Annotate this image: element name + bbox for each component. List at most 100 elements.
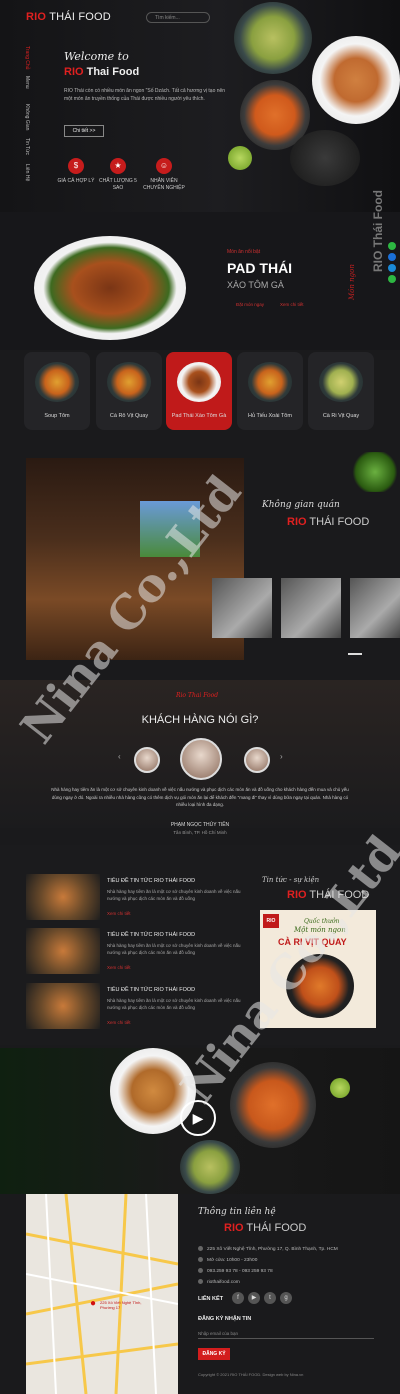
feature-staff: ☺ NHÂN VIÊN CHUYÊN NGHIỆP [140, 158, 188, 192]
gallery-thumb[interactable] [212, 578, 272, 638]
feature-quality: ★ CHẤT LƯỢNG 5 SAO [94, 158, 142, 192]
gallery-thumb[interactable] [350, 578, 400, 638]
facebook-icon[interactable]: f [232, 1292, 244, 1304]
news-more-link[interactable]: Xem chi tiết [107, 965, 131, 970]
news-script: Tin tức - sự kiện [262, 876, 320, 884]
star-icon: ★ [110, 158, 126, 174]
news-title[interactable]: TIÊU ĐỀ TIN TỨC RIO THÁI FOOD [107, 878, 195, 884]
map-pin-label: 225 Xô Viết Nghệ Tĩnh, Phường 17 [100, 1300, 142, 1310]
chevron-left-icon[interactable]: ‹ [118, 752, 121, 761]
nav-item-space[interactable]: Không Gian [24, 104, 30, 130]
space-script: Không gian quán [262, 500, 340, 510]
whatsapp-icon[interactable] [388, 275, 396, 283]
lime-photo [330, 1078, 350, 1098]
phone-icon [198, 1268, 203, 1273]
lime-photo [228, 146, 252, 170]
video-curry-photo [230, 1062, 316, 1148]
links-label: LIÊN KẾT [198, 1296, 224, 1302]
welcome-script: Welcome to [64, 50, 129, 63]
reviewer-name: PHẠM NGỌC THÚY TIÊN [170, 822, 230, 828]
hero-description: RIO Thái còn có nhiều món ăn ngon "Số Dz… [64, 88, 226, 102]
side-brand: RIO Thái Food [371, 190, 385, 272]
hero-title: RIO Thai Food [64, 66, 140, 78]
google-plus-icon[interactable]: g [280, 1292, 292, 1304]
location-icon [198, 1246, 203, 1251]
category-photo [248, 362, 292, 402]
space-title: RIO THÁI FOOD [287, 516, 370, 528]
news-desc: Nhà hàng hay tiêm ăn là một cơ sở chuyên… [107, 889, 241, 901]
site-logo[interactable]: RIO THÁI FOOD [26, 11, 111, 23]
avatar-active[interactable] [180, 738, 222, 780]
nav-item-news[interactable]: Tin Tức [24, 138, 30, 155]
copyright: Copyright © 2021 RIO THÁI FOOD. Design w… [198, 1372, 304, 1377]
news-more-link[interactable]: Xem chi tiết [107, 911, 131, 916]
map-roads [25, 1193, 179, 1394]
side-script: Món ngon [348, 264, 356, 300]
video-green-curry-photo [180, 1140, 240, 1194]
youtube-icon[interactable]: ▶ [248, 1292, 260, 1304]
news-thumb[interactable] [26, 874, 100, 920]
view-detail-link[interactable]: Xem chi tiết [280, 302, 304, 307]
vertical-nav: Trang Chủ Menu Không Gian Tin Tức Liên H… [22, 46, 34, 186]
news-desc: Nhà hàng hay tiêm ăn là một cơ sở chuyên… [107, 943, 241, 955]
category-photo [319, 362, 363, 402]
contact-brand: RIO THÁI FOOD [224, 1222, 307, 1234]
mail-icon [198, 1279, 203, 1284]
category-card[interactable]: Cà Ri Vịt Quay [308, 352, 374, 430]
clock-icon [198, 1257, 203, 1262]
category-card[interactable]: Cá Rô Vịt Quay [96, 352, 162, 430]
noodle-plate-photo [312, 36, 400, 124]
price-icon: $ [68, 158, 84, 174]
feature-price: $ GIÁ CẢ HỢP LÝ [52, 158, 100, 185]
news-title[interactable]: TIÊU ĐỀ TIN TỨC RIO THÁI FOOD [107, 987, 195, 993]
testimonial-text: Nhà hàng hay tiêm ăn là một cơ sở chuyên… [51, 787, 349, 807]
nav-item-home[interactable]: Trang Chủ [24, 46, 30, 69]
contact-email[interactable]: riothaifood.com [198, 1279, 240, 1285]
green-curry-photo [234, 2, 312, 74]
pad-thai-photo [34, 236, 186, 340]
newsletter-submit-button[interactable]: ĐĂNG KÝ [198, 1348, 230, 1360]
category-card-active[interactable]: Pad Thái Xào Tôm Gà [166, 352, 232, 430]
contact-phone[interactable]: 093.259 93 78 - 093 259 93 78 [198, 1268, 273, 1274]
gallery-thumb[interactable] [281, 578, 341, 638]
news-thumb[interactable] [26, 928, 100, 974]
phone-icon[interactable] [388, 242, 396, 250]
messenger-icon[interactable] [388, 253, 396, 261]
herb-photo [350, 452, 400, 492]
newsletter-email-input[interactable]: Nhập email của bạn [198, 1328, 374, 1339]
google-map[interactable]: ● 225 Xô Viết Nghệ Tĩnh, Phường 17 [25, 1193, 179, 1394]
nav-item-contact[interactable]: Liên Hệ [24, 164, 30, 181]
news-more-link[interactable]: Xem chi tiết [107, 1020, 131, 1025]
gallery-indicator[interactable] [348, 653, 362, 655]
black-pot-photo [290, 130, 360, 186]
search-input[interactable]: Tìm kiếm... [146, 12, 210, 23]
floating-contact-bar [388, 242, 396, 286]
category-photo [107, 362, 151, 402]
zalo-icon[interactable] [388, 264, 396, 272]
news-thumb[interactable] [26, 983, 100, 1029]
chef-icon: ☺ [156, 158, 172, 174]
contact-hours: Mở cửa: 10h00 - 23h00 [198, 1257, 257, 1263]
hero-detail-button[interactable]: Chi tiết >> [64, 125, 104, 137]
testimonial-script: Rio Thai Food [176, 692, 219, 699]
avatar[interactable] [134, 747, 160, 773]
contact-address: 225 Xô Viết Nghệ Tĩnh, Phường 17, Q. Bìn… [198, 1246, 338, 1252]
newsletter-label: ĐĂNG KÝ NHẬN TIN [198, 1316, 252, 1322]
featured-title: PAD THÁI [227, 260, 293, 276]
nav-item-menu[interactable]: Menu [24, 76, 30, 89]
news-title[interactable]: TIÊU ĐỀ TIN TỨC RIO THÁI FOOD [107, 932, 195, 938]
featured-subtitle-2: XÀO TÔM GÀ [227, 280, 284, 290]
avatar[interactable] [244, 747, 270, 773]
featured-subtitle: Món ăn nổi bật [227, 249, 261, 255]
twitter-icon[interactable]: t [264, 1292, 276, 1304]
category-card[interactable]: Soup Tôm [24, 352, 90, 430]
reviewer-location: Tân Bình, TP. Hồ Chí Minh [173, 830, 227, 835]
category-card[interactable]: Hủ Tiếu Xoài Tôm [237, 352, 303, 430]
map-pin-icon[interactable]: ● [90, 1298, 96, 1309]
category-photo [35, 362, 79, 402]
contact-script: Thông tin liên hệ [198, 1207, 276, 1217]
category-photo [177, 362, 221, 402]
chevron-right-icon[interactable]: › [280, 752, 283, 761]
poster-logo: RIO [263, 914, 279, 928]
order-now-link[interactable]: Đặt món ngay [236, 302, 264, 307]
